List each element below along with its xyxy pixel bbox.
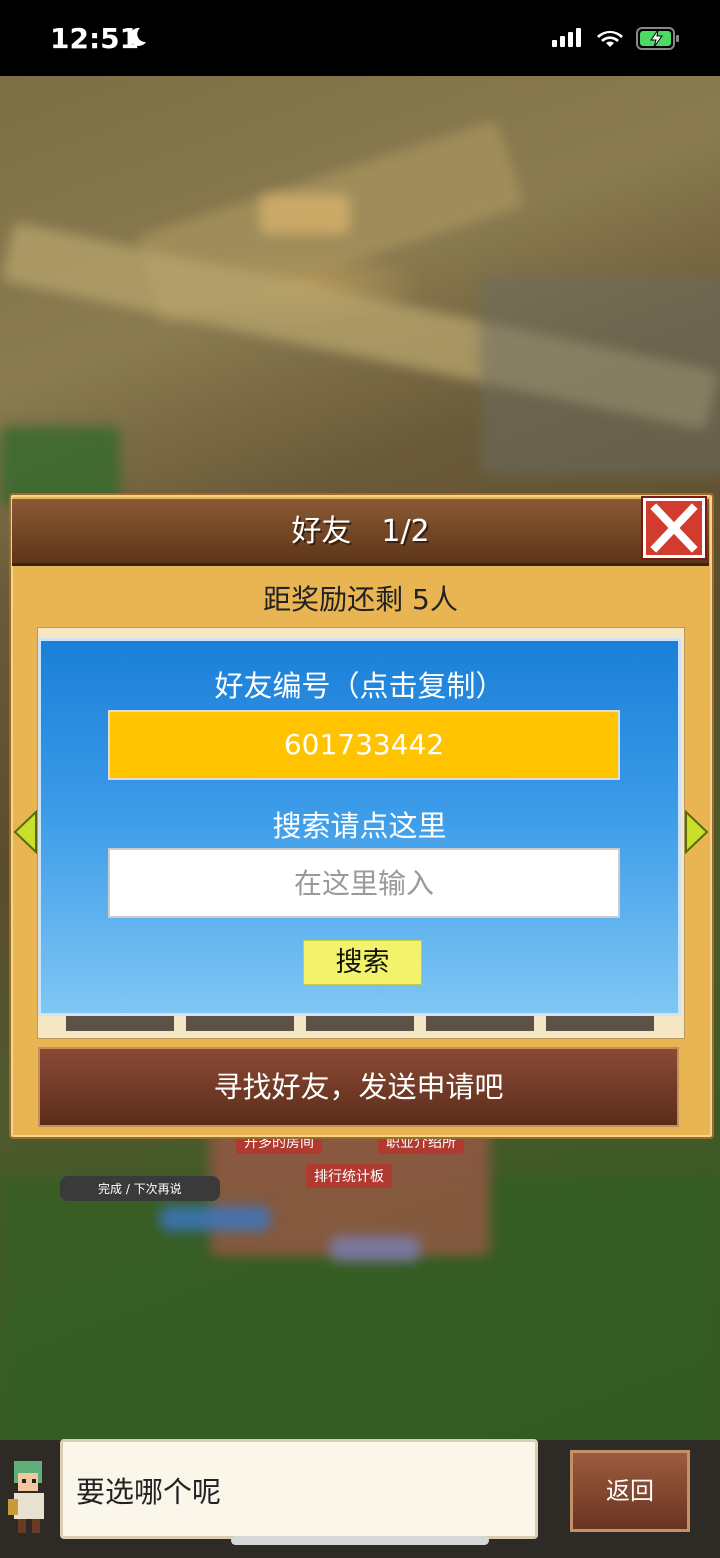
home-indicator[interactable]: [231, 1536, 489, 1545]
character-avatar-icon: [8, 1461, 44, 1533]
friend-search-input[interactable]: [108, 848, 620, 918]
town-label-done[interactable]: 完成 / 下次再说: [60, 1176, 220, 1201]
friend-slot[interactable]: [186, 1016, 294, 1031]
friend-slot[interactable]: [546, 1016, 654, 1031]
reward-remaining-text: 距奖励还剩 5人: [263, 583, 458, 616]
town-label-ranking-board[interactable]: 排行统计板: [306, 1164, 392, 1188]
battery-charging-icon: [636, 27, 679, 50]
close-button[interactable]: [643, 498, 705, 558]
friend-slot[interactable]: [306, 1016, 414, 1031]
close-icon: [650, 503, 698, 553]
search-button[interactable]: 搜索: [303, 940, 422, 985]
friend-id-copy-field[interactable]: 601733442: [108, 710, 620, 780]
friend-id-label: 好友编号（点击复制）: [214, 669, 505, 703]
arrow-right-icon[interactable]: [684, 810, 710, 854]
search-label: 搜索请点这里: [272, 809, 447, 843]
wifi-icon: [597, 30, 623, 47]
speech-text: 要选哪个呢: [76, 1475, 222, 1509]
dialog-title: 好友 1/2: [291, 514, 430, 549]
cellular-signal-icon: [552, 28, 584, 47]
friend-slot[interactable]: [426, 1016, 534, 1031]
friend-slot[interactable]: [66, 1016, 174, 1031]
back-button[interactable]: 返回: [570, 1450, 690, 1532]
find-friends-button[interactable]: 寻找好友，发送申请吧: [38, 1047, 679, 1127]
arrow-left-icon[interactable]: [12, 810, 38, 854]
moon-icon: [129, 27, 146, 46]
